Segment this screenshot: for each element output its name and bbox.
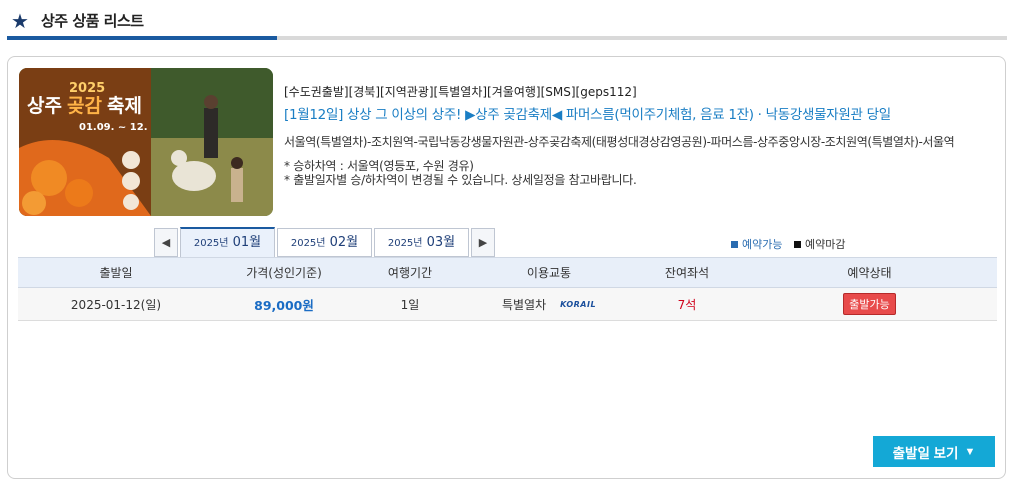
- page-title: 상주 상품 리스트: [41, 12, 144, 30]
- column-header-transport: 이용교통: [526, 266, 572, 280]
- schedule-note: * 출발일자별 승/하차역이 변경될 수 있습니다. 상세일정을 참고바랍니다.: [284, 173, 637, 187]
- prev-month-button[interactable]: ◀: [154, 228, 178, 257]
- legend-closed: 예약마감: [793, 238, 846, 251]
- korail-logo-icon: KORAIL: [560, 299, 597, 309]
- column-header-duration: 여행기간: [387, 266, 433, 280]
- next-month-button[interactable]: ▶: [471, 228, 495, 257]
- product-headline-link[interactable]: [1월12일] 상상 그 이상의 상주! ▶상주 곶감축제◀ 파머스름(먹이주기…: [284, 103, 994, 123]
- tab-month-2025-02[interactable]: 2025년 02월: [277, 228, 372, 257]
- product-card: 2025 상주 곶감 축제 01.09. ~ 12. [수도권출발][경북][지…: [7, 56, 1006, 479]
- status-badge[interactable]: 출발가능: [843, 293, 896, 315]
- thumbnail-year: 2025: [69, 81, 105, 96]
- tab-month-label: 03월: [426, 235, 456, 250]
- column-header-seats: 잔여좌석: [664, 266, 710, 280]
- tab-month-2025-01[interactable]: 2025년 01월: [180, 227, 275, 258]
- column-header-status: 예약상태: [847, 266, 892, 280]
- table-header: 출발일 가격(성인기준) 여행기간 이용교통 잔여좌석 예약상태: [18, 257, 997, 288]
- tab-month-label: 02월: [329, 235, 359, 250]
- star-icon: ★: [11, 9, 29, 33]
- legend-available-label: 예약가능: [742, 238, 783, 251]
- product-info: [수도권출발][경북][지역관광][특별열차][겨울여행][SMS][geps1…: [284, 83, 994, 187]
- tab-year-label: 2025년: [193, 238, 229, 249]
- header-divider-accent: [7, 36, 277, 40]
- column-header-price: 가격(성인기준): [246, 266, 322, 280]
- legend-available: 예약가능: [731, 238, 782, 251]
- product-route: 서울역(특별열차)-조치원역-국립낙동강생물자원관-상주곶감축제(태평성대경상감…: [284, 135, 955, 149]
- chevron-left-icon: ◀: [161, 236, 171, 249]
- chevron-down-icon: ▼: [964, 445, 976, 458]
- remaining-seats: 7석: [677, 297, 697, 312]
- legend-closed-label: 예약마감: [804, 238, 846, 251]
- chevron-right-icon: ▶: [478, 236, 488, 249]
- duration-value: 1일: [400, 297, 420, 312]
- thumbnail-title-b: 곶감: [67, 95, 102, 117]
- departure-table: 출발일 가격(성인기준) 여행기간 이용교통 잔여좌석 예약상태 2025-01…: [18, 257, 997, 321]
- square-icon: [793, 240, 801, 248]
- boarding-note: * 승하차역 : 서울역(영등포, 수원 경유): [284, 159, 474, 173]
- transport-value: 특별열차: [501, 297, 547, 312]
- price-value: 89,000원: [254, 297, 314, 313]
- product-thumbnail[interactable]: 2025 상주 곶감 축제 01.09. ~ 12.: [19, 68, 273, 216]
- transport-cell: 특별열차 KORAIL: [466, 288, 632, 320]
- product-tags: [수도권출발][경북][지역관광][특별열차][겨울여행][SMS][geps1…: [284, 85, 637, 99]
- thumbnail-image: 2025 상주 곶감 축제 01.09. ~ 12.: [19, 68, 273, 216]
- reservation-legend: 예약가능 예약마감: [731, 236, 845, 252]
- tab-month-label: 01월: [232, 235, 262, 250]
- thumbnail-dates: 01.09. ~ 12.: [79, 122, 148, 133]
- tab-year-label: 2025년: [387, 238, 423, 249]
- view-departures-label: 출발일 보기: [892, 445, 959, 461]
- tab-month-2025-03[interactable]: 2025년 03월: [374, 228, 469, 257]
- thumbnail-title-a: 상주: [27, 95, 62, 117]
- section-header: ★ 상주 상품 리스트: [7, 0, 1007, 42]
- status-cell: 출발가능: [742, 288, 997, 320]
- table-row[interactable]: 2025-01-12(일) 89,000원 1일 특별열차 KORAIL 7석 …: [18, 288, 997, 321]
- thumbnail-title-c: 축제: [107, 95, 142, 117]
- column-header-date: 출발일: [99, 266, 133, 280]
- square-icon: [731, 240, 738, 248]
- product-notes: * 승하차역 : 서울역(영등포, 수원 경유) * 출발일자별 승/하차역이 …: [284, 159, 994, 187]
- tab-year-label: 2025년: [290, 238, 326, 249]
- view-departures-button[interactable]: 출발일 보기 ▼: [873, 436, 995, 467]
- departure-date: 2025-01-12(일): [70, 297, 162, 312]
